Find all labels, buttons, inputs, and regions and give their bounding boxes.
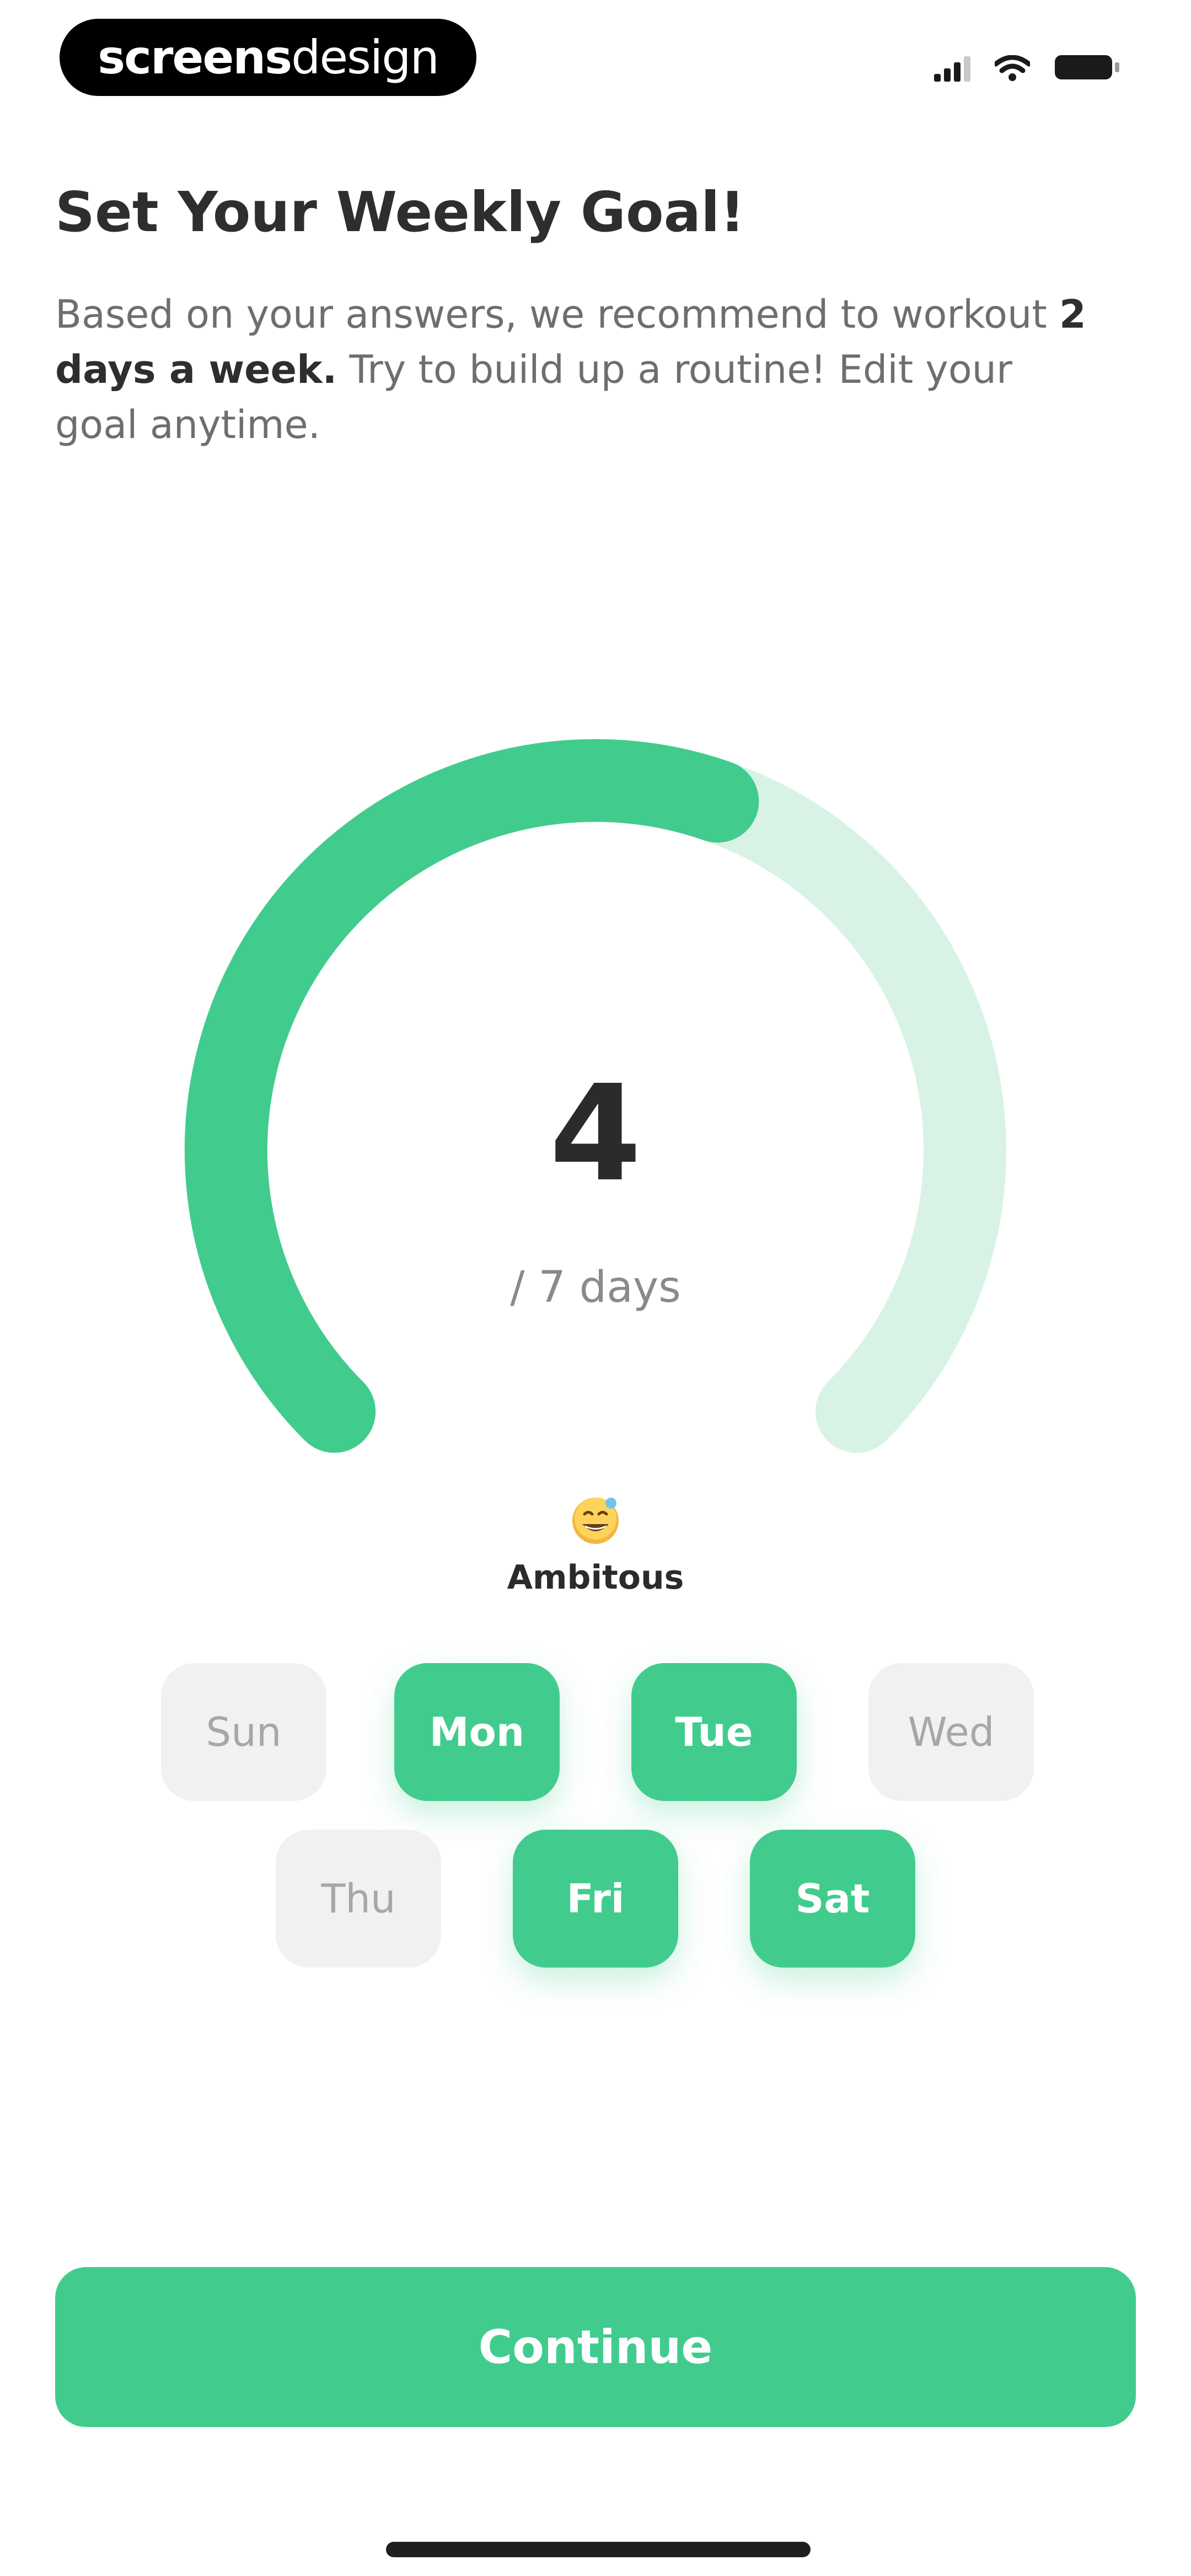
day-chip-label: Sat [795, 1875, 870, 1922]
grinning-face-emoji-icon [572, 1498, 619, 1544]
day-chip-label: Wed [908, 1709, 995, 1755]
goal-days-value: 4 [549, 1056, 642, 1211]
day-chip-label: Thu [321, 1875, 396, 1922]
day-chip-label: Sun [206, 1709, 282, 1755]
brand-logo: screensdesign [60, 19, 476, 96]
brand-wordmark-light: design [291, 30, 439, 84]
battery-icon [1055, 55, 1119, 79]
day-chip-label: Tue [675, 1709, 753, 1755]
day-chip-thu[interactable]: Thu [276, 1830, 441, 1968]
brand-wordmark: screensdesign [98, 34, 439, 81]
day-chip-label: Mon [429, 1709, 525, 1755]
recommendation-intro: Based on your answers, we recommend to w… [55, 292, 1060, 337]
day-chip-wed[interactable]: Wed [868, 1663, 1034, 1801]
page-title: Set Your Weekly Goal! [55, 180, 745, 244]
continue-button[interactable]: Continue [55, 2267, 1136, 2427]
day-chip-label: Fri [566, 1875, 625, 1922]
signal-icon [934, 56, 970, 82]
brand-wordmark-strong: screens [98, 30, 292, 84]
day-chip-mon[interactable]: Mon [394, 1663, 560, 1801]
home-indicator [386, 2542, 811, 2557]
status-bar-icons [934, 51, 1120, 82]
goal-level-label: Ambitous [507, 1558, 684, 1597]
wifi-icon [995, 55, 1030, 81]
goal-recommendation-text: Based on your answers, we recommend to w… [55, 287, 1092, 452]
day-chip-fri[interactable]: Fri [513, 1830, 678, 1968]
day-chip-sun[interactable]: Sun [161, 1663, 326, 1801]
day-chip-tue[interactable]: Tue [631, 1663, 797, 1801]
goal-days-unit: / 7 days [510, 1263, 681, 1312]
day-chip-sat[interactable]: Sat [750, 1830, 915, 1968]
